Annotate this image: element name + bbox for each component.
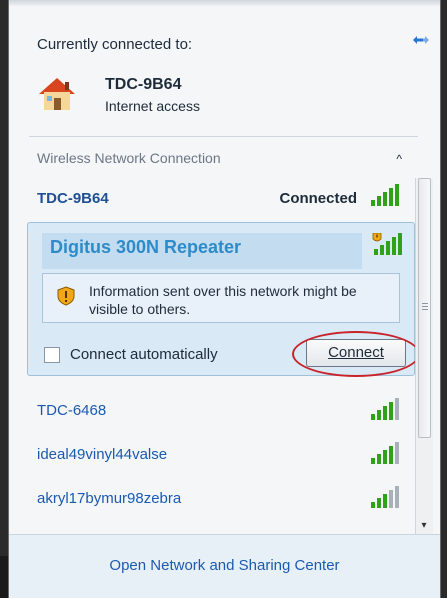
security-warning-text: Information sent over this network might… bbox=[89, 283, 357, 317]
network-refresh-icon[interactable] bbox=[410, 32, 432, 48]
scrollbar-thumb[interactable] bbox=[418, 178, 431, 438]
connected-network-status: Internet access bbox=[105, 98, 200, 114]
wifi-signal-icon bbox=[371, 486, 399, 508]
connect-automatically-label[interactable]: Connect automatically bbox=[70, 346, 218, 363]
network-name: akryl17bymur98zebra bbox=[37, 490, 182, 507]
background-edge bbox=[0, 556, 8, 598]
home-network-icon bbox=[39, 78, 75, 110]
scroll-down-arrow-icon[interactable]: ▾ bbox=[415, 520, 433, 534]
expanded-network-name: Digitus 300N Repeater bbox=[50, 237, 242, 257]
connect-button[interactable]: Connect bbox=[306, 339, 406, 367]
shield-warning-icon bbox=[57, 286, 75, 306]
network-row-tdc-9b64[interactable]: TDC-9B64 Connected bbox=[23, 178, 415, 218]
wireless-section-title: Wireless Network Connection bbox=[37, 150, 221, 166]
network-row-tdc-6468[interactable]: TDC-6468 bbox=[23, 392, 415, 432]
divider bbox=[29, 136, 418, 137]
network-name: ideal49vinyl44valse bbox=[37, 446, 168, 463]
network-name: TDC-6468 bbox=[37, 402, 107, 419]
wifi-signal-icon bbox=[371, 398, 399, 420]
network-status: Connected bbox=[279, 190, 357, 207]
connect-automatically-checkbox[interactable] bbox=[44, 347, 60, 363]
network-popup: Currently connected to: TDC-9B64 Interne… bbox=[8, 0, 441, 598]
network-row-ideal49vinyl44valse[interactable]: ideal49vinyl44valse bbox=[23, 436, 415, 476]
network-list: TDC-9B64 Connected Digitus 300N Repeater bbox=[23, 178, 415, 523]
currently-connected-header: Currently connected to: bbox=[37, 36, 193, 53]
vertical-scrollbar[interactable] bbox=[415, 178, 433, 534]
network-row-akryl17bymur98zebra[interactable]: akryl17bymur98zebra bbox=[23, 480, 415, 520]
open-network-sharing-center-link[interactable]: Open Network and Sharing Center bbox=[9, 557, 440, 574]
section-collapse-toggle[interactable]: ^ bbox=[396, 152, 402, 166]
footer-bar: Open Network and Sharing Center bbox=[9, 534, 440, 598]
wifi-signal-icon bbox=[371, 184, 399, 206]
wifi-signal-icon bbox=[371, 442, 399, 464]
network-name: TDC-9B64 bbox=[37, 190, 109, 207]
expanded-network-panel[interactable]: Digitus 300N Repeater Information sent o… bbox=[27, 222, 415, 377]
connected-network-name: TDC-9B64 bbox=[105, 76, 182, 93]
security-warning-box: Information sent over this network might… bbox=[42, 273, 400, 323]
unsecured-wifi-signal-icon bbox=[372, 233, 402, 255]
